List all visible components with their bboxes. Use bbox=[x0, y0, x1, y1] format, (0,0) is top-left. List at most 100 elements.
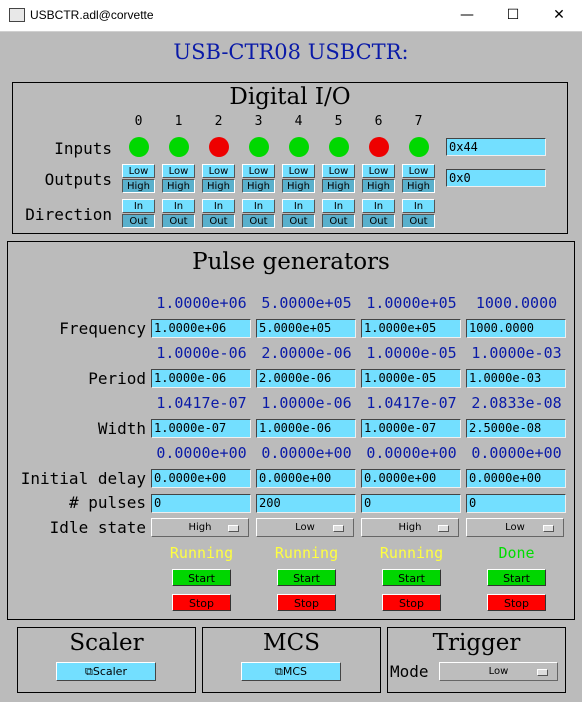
output-low-button[interactable]: Low bbox=[282, 164, 315, 178]
frequency-input[interactable]: 1000.0000 bbox=[466, 319, 566, 338]
initial-delay-readback: 0.0000e+00 bbox=[156, 444, 247, 462]
width-readback: 1.0000e-06 bbox=[261, 394, 352, 412]
digital-io-heading: Digital I/O bbox=[229, 84, 351, 110]
menu-indicator-icon bbox=[543, 525, 554, 532]
outputs-label: Outputs bbox=[44, 170, 112, 189]
output-low-button[interactable]: Low bbox=[122, 164, 155, 178]
pulses-input[interactable]: 0 bbox=[361, 494, 461, 513]
initial-delay-readback: 0.0000e+00 bbox=[366, 444, 457, 462]
output-high-button[interactable]: High bbox=[162, 179, 195, 193]
trigger-mode-value: Low bbox=[488, 666, 509, 677]
window-title: USBCTR.adl@corvette bbox=[30, 8, 154, 22]
start-button[interactable]: Start bbox=[277, 569, 336, 586]
input-led-indicator bbox=[129, 137, 149, 157]
status-text: Done bbox=[498, 544, 535, 562]
minimize-button[interactable]: — bbox=[444, 0, 490, 31]
output-high-button[interactable]: High bbox=[322, 179, 355, 193]
direction-out-button[interactable]: Out bbox=[362, 214, 395, 228]
output-low-button[interactable]: Low bbox=[202, 164, 235, 178]
frequency-input[interactable]: 1.0000e+05 bbox=[361, 319, 461, 338]
stop-button[interactable]: Stop bbox=[487, 594, 546, 611]
direction-in-button[interactable]: In bbox=[362, 199, 395, 213]
initial-delay-input[interactable]: 0.0000e+00 bbox=[361, 469, 461, 488]
inputs-value: 0x44 bbox=[446, 138, 546, 156]
output-high-button[interactable]: High bbox=[402, 179, 435, 193]
idle-state-label: Idle state bbox=[49, 518, 146, 537]
output-low-button[interactable]: Low bbox=[162, 164, 195, 178]
period-readback: 2.0000e-06 bbox=[261, 344, 352, 362]
output-low-button[interactable]: Low bbox=[362, 164, 395, 178]
frequency-input[interactable]: 1.0000e+06 bbox=[151, 319, 251, 338]
pulses-input[interactable]: 0 bbox=[466, 494, 566, 513]
output-low-button[interactable]: Low bbox=[402, 164, 435, 178]
direction-in-button[interactable]: In bbox=[122, 199, 155, 213]
pulses-input[interactable]: 0 bbox=[151, 494, 251, 513]
pulse-generators-heading: Pulse generators bbox=[192, 249, 390, 275]
period-readback: 1.0000e-03 bbox=[471, 344, 562, 362]
width-input[interactable]: 2.5000e-08 bbox=[466, 419, 566, 438]
close-button[interactable]: ✕ bbox=[536, 0, 582, 31]
stop-button[interactable]: Stop bbox=[277, 594, 336, 611]
menu-indicator-icon bbox=[333, 525, 344, 532]
output-high-button[interactable]: High bbox=[122, 179, 155, 193]
idle-state-menu[interactable]: Low bbox=[466, 518, 564, 537]
app-icon bbox=[9, 8, 25, 22]
device-title: USB-CTR08 USBCTR: bbox=[173, 40, 409, 64]
period-input[interactable]: 1.0000e-06 bbox=[151, 369, 251, 388]
stop-button[interactable]: Stop bbox=[382, 594, 441, 611]
direction-out-button[interactable]: Out bbox=[402, 214, 435, 228]
input-led-indicator bbox=[249, 137, 269, 157]
output-low-button[interactable]: Low bbox=[242, 164, 275, 178]
output-high-button[interactable]: High bbox=[362, 179, 395, 193]
initial-delay-label: Initial delay bbox=[20, 469, 146, 488]
direction-in-button[interactable]: In bbox=[202, 199, 235, 213]
output-low-button[interactable]: Low bbox=[322, 164, 355, 178]
mcs-related-display-button[interactable]: ⧉MCS bbox=[241, 662, 341, 681]
output-high-button[interactable]: High bbox=[202, 179, 235, 193]
width-readback: 2.0833e-08 bbox=[471, 394, 562, 412]
direction-out-button[interactable]: Out bbox=[122, 214, 155, 228]
direction-in-button[interactable]: In bbox=[402, 199, 435, 213]
direction-out-button[interactable]: Out bbox=[322, 214, 355, 228]
period-input[interactable]: 1.0000e-03 bbox=[466, 369, 566, 388]
idle-state-value: Low bbox=[505, 522, 525, 533]
period-readback: 1.0000e-05 bbox=[366, 344, 457, 362]
initial-delay-input[interactable]: 0.0000e+00 bbox=[466, 469, 566, 488]
output-high-button[interactable]: High bbox=[282, 179, 315, 193]
maximize-button[interactable]: ☐ bbox=[490, 0, 536, 31]
direction-out-button[interactable]: Out bbox=[162, 214, 195, 228]
start-button[interactable]: Start bbox=[382, 569, 441, 586]
frequency-input[interactable]: 5.0000e+05 bbox=[256, 319, 356, 338]
bit-number-label: 6 bbox=[374, 114, 383, 129]
input-led-indicator bbox=[169, 137, 189, 157]
direction-out-button[interactable]: Out bbox=[282, 214, 315, 228]
direction-in-button[interactable]: In bbox=[162, 199, 195, 213]
direction-out-button[interactable]: Out bbox=[242, 214, 275, 228]
idle-state-value: Low bbox=[295, 522, 315, 533]
stop-button[interactable]: Stop bbox=[172, 594, 231, 611]
start-button[interactable]: Start bbox=[172, 569, 231, 586]
initial-delay-input[interactable]: 0.0000e+00 bbox=[151, 469, 251, 488]
menu-indicator-icon bbox=[438, 525, 449, 532]
idle-state-menu[interactable]: High bbox=[361, 518, 459, 537]
output-high-button[interactable]: High bbox=[242, 179, 275, 193]
idle-state-menu[interactable]: Low bbox=[256, 518, 354, 537]
outputs-value-field[interactable]: 0x0 bbox=[446, 169, 546, 187]
direction-in-button[interactable]: In bbox=[242, 199, 275, 213]
pulses-input[interactable]: 200 bbox=[256, 494, 356, 513]
direction-in-button[interactable]: In bbox=[282, 199, 315, 213]
trigger-mode-menu[interactable]: Low bbox=[439, 662, 558, 681]
period-input[interactable]: 2.0000e-06 bbox=[256, 369, 356, 388]
direction-out-button[interactable]: Out bbox=[202, 214, 235, 228]
bit-number-label: 0 bbox=[134, 114, 143, 129]
scaler-related-display-button[interactable]: ⧉Scaler bbox=[56, 662, 156, 681]
width-input[interactable]: 1.0000e-07 bbox=[151, 419, 251, 438]
period-input[interactable]: 1.0000e-05 bbox=[361, 369, 461, 388]
start-button[interactable]: Start bbox=[487, 569, 546, 586]
idle-state-value: High bbox=[188, 522, 212, 533]
initial-delay-input[interactable]: 0.0000e+00 bbox=[256, 469, 356, 488]
direction-in-button[interactable]: In bbox=[322, 199, 355, 213]
width-input[interactable]: 1.0000e-07 bbox=[361, 419, 461, 438]
width-input[interactable]: 1.0000e-06 bbox=[256, 419, 356, 438]
idle-state-menu[interactable]: High bbox=[151, 518, 249, 537]
